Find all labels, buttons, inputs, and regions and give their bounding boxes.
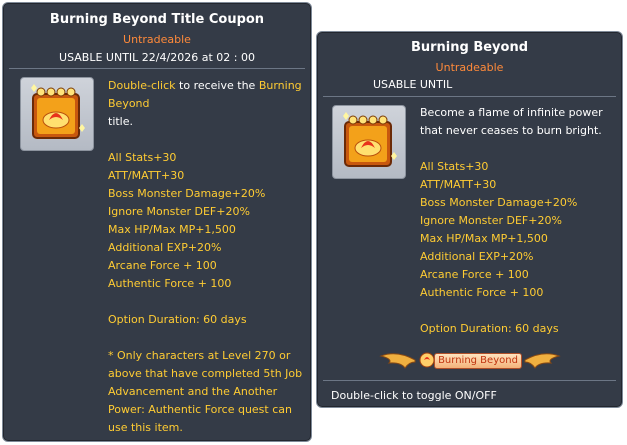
divider — [9, 68, 305, 69]
stat-line: Arcane Force + 100 — [420, 268, 529, 281]
coupon-stats-list: All Stats+30 ATT/MATT+30 Boss Monster Da… — [108, 149, 265, 293]
toggle-hint: Double-click to toggle ON/OFF — [331, 389, 497, 402]
note-line: use this item. — [108, 421, 183, 434]
stat-line: Authentic Force + 100 — [108, 277, 232, 290]
coupon-title: Burning Beyond Title Coupon — [49, 12, 265, 27]
title-item-icon[interactable] — [332, 105, 406, 179]
stat-line: Max HP/Max MP+1,500 — [420, 232, 548, 245]
stat-line: ATT/MATT+30 — [108, 169, 185, 182]
stat-line: ATT/MATT+30 — [420, 178, 497, 191]
burning-beyond-coupon-icon — [31, 84, 85, 139]
stat-line: Boss Monster Damage+20% — [420, 196, 578, 209]
coupon-usable-until: USABLE UNTIL 22/4/2026 at 02 : 00 — [59, 51, 255, 64]
note-line: * Only characters at Level 270 or — [108, 349, 291, 362]
stat-line: Ignore Monster DEF+20% — [108, 205, 250, 218]
title-badge-label: Burning Beyond — [434, 353, 522, 369]
desc-receive-text: to receive the — [175, 79, 259, 92]
desc-line: that never ceases to burn bright. — [420, 124, 602, 137]
coupon-tooltip: Burning Beyond Title Coupon Untradeable … — [2, 2, 312, 442]
coupon-option-duration: Option Duration: 60 days — [108, 313, 247, 326]
stat-line: All Stats+30 — [108, 151, 177, 164]
coupon-item-icon[interactable] — [20, 77, 94, 151]
title-stats-list: All Stats+30 ATT/MATT+30 Boss Monster Da… — [420, 158, 577, 302]
title-badge: Burning Beyond — [379, 350, 561, 372]
note-line: above that have completed 5th Job — [108, 367, 303, 380]
coupon-requirement-note: * Only characters at Level 270 or above … — [108, 347, 308, 437]
stat-line: Additional EXP+20% — [420, 250, 534, 263]
stat-line: Ignore Monster DEF+20% — [420, 214, 562, 227]
desc-line: Become a flame of infinite power — [420, 106, 603, 119]
title-untradeable: Untradeable — [435, 61, 504, 74]
stat-line: Arcane Force + 100 — [108, 259, 217, 272]
note-line: Advancement and the Another — [108, 385, 278, 398]
stat-line: Boss Monster Damage+20% — [108, 187, 266, 200]
note-line: Power: Authentic Force quest can — [108, 403, 292, 416]
title-name: Burning Beyond — [410, 40, 529, 55]
title-tooltip: Burning Beyond Untradeable USABLE UNTIL … — [316, 31, 623, 408]
desc-title-suffix: title. — [108, 115, 134, 128]
coupon-untradeable: Untradeable — [123, 33, 191, 46]
title-description: Become a flame of infinite power that ne… — [420, 104, 620, 140]
divider — [323, 96, 616, 97]
divider — [323, 380, 616, 381]
title-usable-until: USABLE UNTIL — [373, 78, 453, 91]
stat-line: Max HP/Max MP+1,500 — [108, 223, 236, 236]
stat-line: All Stats+30 — [420, 160, 489, 173]
stat-line: Additional EXP+20% — [108, 241, 222, 254]
desc-double-click: Double-click — [108, 79, 176, 92]
stat-line: Authentic Force + 100 — [420, 286, 544, 299]
coupon-description: Double-click to receive the Burning Beyo… — [108, 77, 304, 131]
burning-beyond-title-icon — [343, 112, 397, 167]
title-option-duration: Option Duration: 60 days — [420, 322, 559, 335]
